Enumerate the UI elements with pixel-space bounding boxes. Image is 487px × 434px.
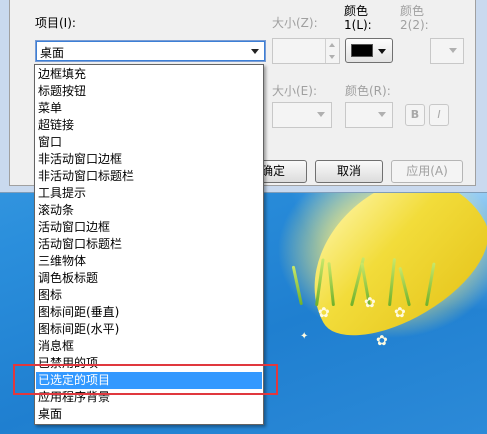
color1-label-line2: 1(L):: [344, 18, 372, 32]
bold-button-label: B: [410, 108, 420, 121]
wallpaper-sparkle: ✦: [300, 331, 309, 342]
apply-button-label: 应用(A): [406, 164, 448, 178]
spin-buttons: [325, 39, 339, 63]
dropdown-item[interactable]: 工具提示: [36, 185, 262, 202]
dropdown-item[interactable]: 非活动窗口标题栏: [36, 168, 262, 185]
chevron-down-icon: [378, 112, 386, 117]
dropdown-item[interactable]: 菜单: [36, 100, 262, 117]
dropdown-item[interactable]: 标题按钮: [36, 83, 262, 100]
wallpaper-grass: [291, 265, 303, 306]
wallpaper-sparkle: ✿: [394, 305, 406, 321]
color1-swatch: [351, 44, 373, 57]
item-combobox[interactable]: 桌面: [35, 40, 266, 62]
dropdown-item[interactable]: 桌面: [36, 406, 262, 423]
chevron-down-icon: [378, 49, 386, 54]
cancel-button-label: 取消: [336, 164, 361, 178]
color2-button[interactable]: [430, 38, 464, 64]
chevron-down-icon: [317, 112, 325, 117]
color1-label-line1: 颜色: [344, 4, 369, 18]
font-color-label: 颜色(R):: [345, 84, 391, 98]
chevron-down-icon: [449, 48, 457, 53]
annotation-highlight-box: [13, 364, 278, 395]
spin-up-icon: [329, 43, 335, 47]
dropdown-item[interactable]: 消息框: [36, 338, 262, 355]
dropdown-item[interactable]: 图标: [36, 287, 262, 304]
spin-down-icon: [329, 55, 335, 59]
wallpaper-sparkle: ✿: [376, 333, 388, 349]
italic-button[interactable]: I: [429, 104, 449, 126]
font-size-label: 大小(E):: [272, 84, 317, 98]
size-spinner[interactable]: [272, 38, 340, 64]
font-color-button[interactable]: [345, 102, 393, 128]
dropdown-item[interactable]: 边框填充: [36, 66, 262, 83]
dropdown-item[interactable]: 活动窗口边框: [36, 219, 262, 236]
item-combobox-value: 桌面: [40, 46, 65, 60]
dropdown-item[interactable]: 窗口: [36, 134, 262, 151]
dropdown-item[interactable]: 非活动窗口边框: [36, 151, 262, 168]
font-size-combobox[interactable]: [272, 102, 332, 128]
dropdown-item[interactable]: 调色板标题: [36, 270, 262, 287]
color1-button[interactable]: [345, 38, 393, 63]
color2-label-line2: 2(2):: [400, 18, 429, 32]
ok-button-label: 确定: [260, 164, 285, 178]
dropdown-item[interactable]: 滚动条: [36, 202, 262, 219]
wallpaper-sparkle: ✿: [318, 305, 330, 321]
size-label: 大小(Z):: [272, 16, 318, 30]
dropdown-item[interactable]: 三维物体: [36, 253, 262, 270]
dropdown-item[interactable]: 超链接: [36, 117, 262, 134]
chevron-down-icon: [251, 49, 259, 54]
italic-button-label: I: [437, 108, 441, 121]
dropdown-item[interactable]: 图标间距(垂直): [36, 304, 262, 321]
apply-button[interactable]: 应用(A): [391, 160, 463, 183]
item-label: 项目(I):: [35, 16, 76, 30]
color2-label-line1: 颜色: [400, 4, 425, 18]
bold-button[interactable]: B: [405, 104, 425, 126]
dropdown-item[interactable]: 活动窗口标题栏: [36, 236, 262, 253]
cancel-button[interactable]: 取消: [315, 160, 383, 183]
dropdown-item[interactable]: 图标间距(水平): [36, 321, 262, 338]
wallpaper-sparkle: ✿: [364, 295, 376, 311]
